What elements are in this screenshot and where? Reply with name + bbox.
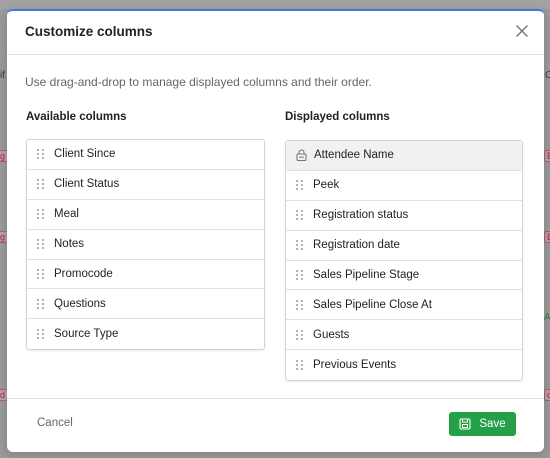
item-label: Peek [313,179,340,192]
item-label: Guests [313,328,350,341]
list-item[interactable]: Client Since [27,140,264,170]
list-item[interactable]: Sales Pipeline Stage [286,261,522,291]
drag-handle-icon[interactable] [37,328,45,340]
drag-handle-icon[interactable] [37,208,45,220]
customize-columns-modal: Customize columns Use drag-and-drop to m… [7,9,544,452]
background-fragment: if [0,70,5,81]
modal-footer: Cancel Save [7,398,544,452]
cancel-button[interactable]: Cancel [37,417,73,429]
modal-description: Use drag-and-drop to manage displayed co… [25,75,372,89]
drag-handle-icon[interactable] [296,179,304,191]
item-label: Client Status [54,178,120,191]
item-label: Registration date [313,239,400,252]
background-tag: E [544,231,550,243]
item-label: Notes [54,238,85,251]
modal-header: Customize columns [7,11,544,55]
available-columns-list: Client Since Client Status Meal Notes Pr… [26,139,265,351]
close-icon[interactable] [514,23,530,39]
drag-handle-icon[interactable] [37,148,45,160]
background-fragment: A [544,312,550,323]
background-header [0,0,550,9]
item-label: Previous Events [313,359,397,372]
save-button[interactable]: Save [449,412,516,436]
drag-handle-icon[interactable] [296,269,304,281]
item-label: Attendee Name [314,149,394,162]
displayed-columns-list: Attendee Name Peek Registration status R… [285,140,523,382]
item-label: Source Type [54,328,119,341]
item-label: Registration status [313,209,409,222]
available-columns-title: Available columns [26,111,127,123]
drag-handle-icon[interactable] [296,209,304,221]
background-tag: d [544,389,550,401]
item-label: Questions [54,297,106,310]
item-label: Sales Pipeline Close At [313,298,432,311]
list-item[interactable]: Sales Pipeline Close At [286,290,522,321]
item-label: Meal [54,208,79,221]
drag-handle-icon[interactable] [37,178,45,190]
displayed-columns-title: Displayed columns [285,111,390,123]
drag-handle-icon[interactable] [37,238,45,250]
drag-handle-icon[interactable] [296,359,304,371]
drag-handle-icon[interactable] [296,299,304,311]
item-label: Promocode [54,268,113,280]
list-item[interactable]: Meal [27,200,264,230]
list-item[interactable]: Peek [286,171,522,201]
list-item-locked: Attendee Name [286,141,522,171]
save-icon [459,418,471,430]
list-item[interactable]: Guests [286,320,522,351]
lock-icon [296,149,307,162]
list-item[interactable]: Registration date [286,231,522,261]
drag-handle-icon[interactable] [296,329,304,341]
list-item[interactable]: Promocode [27,260,264,290]
item-label: Sales Pipeline Stage [313,269,420,281]
drag-handle-icon[interactable] [37,268,45,280]
background-fragment: C [545,70,550,81]
list-item[interactable]: Questions [27,289,264,320]
list-item[interactable]: Registration status [286,201,522,231]
list-item[interactable]: Previous Events [286,350,522,380]
save-label: Save [479,418,506,430]
drag-handle-icon[interactable] [37,298,45,310]
item-label: Client Since [54,148,116,161]
modal-title: Customize columns [25,24,153,39]
list-item[interactable]: Notes [27,230,264,260]
list-item[interactable]: Source Type [27,319,264,349]
background-tag: E [544,150,550,162]
drag-handle-icon[interactable] [296,239,304,251]
list-item[interactable]: Client Status [27,170,264,200]
